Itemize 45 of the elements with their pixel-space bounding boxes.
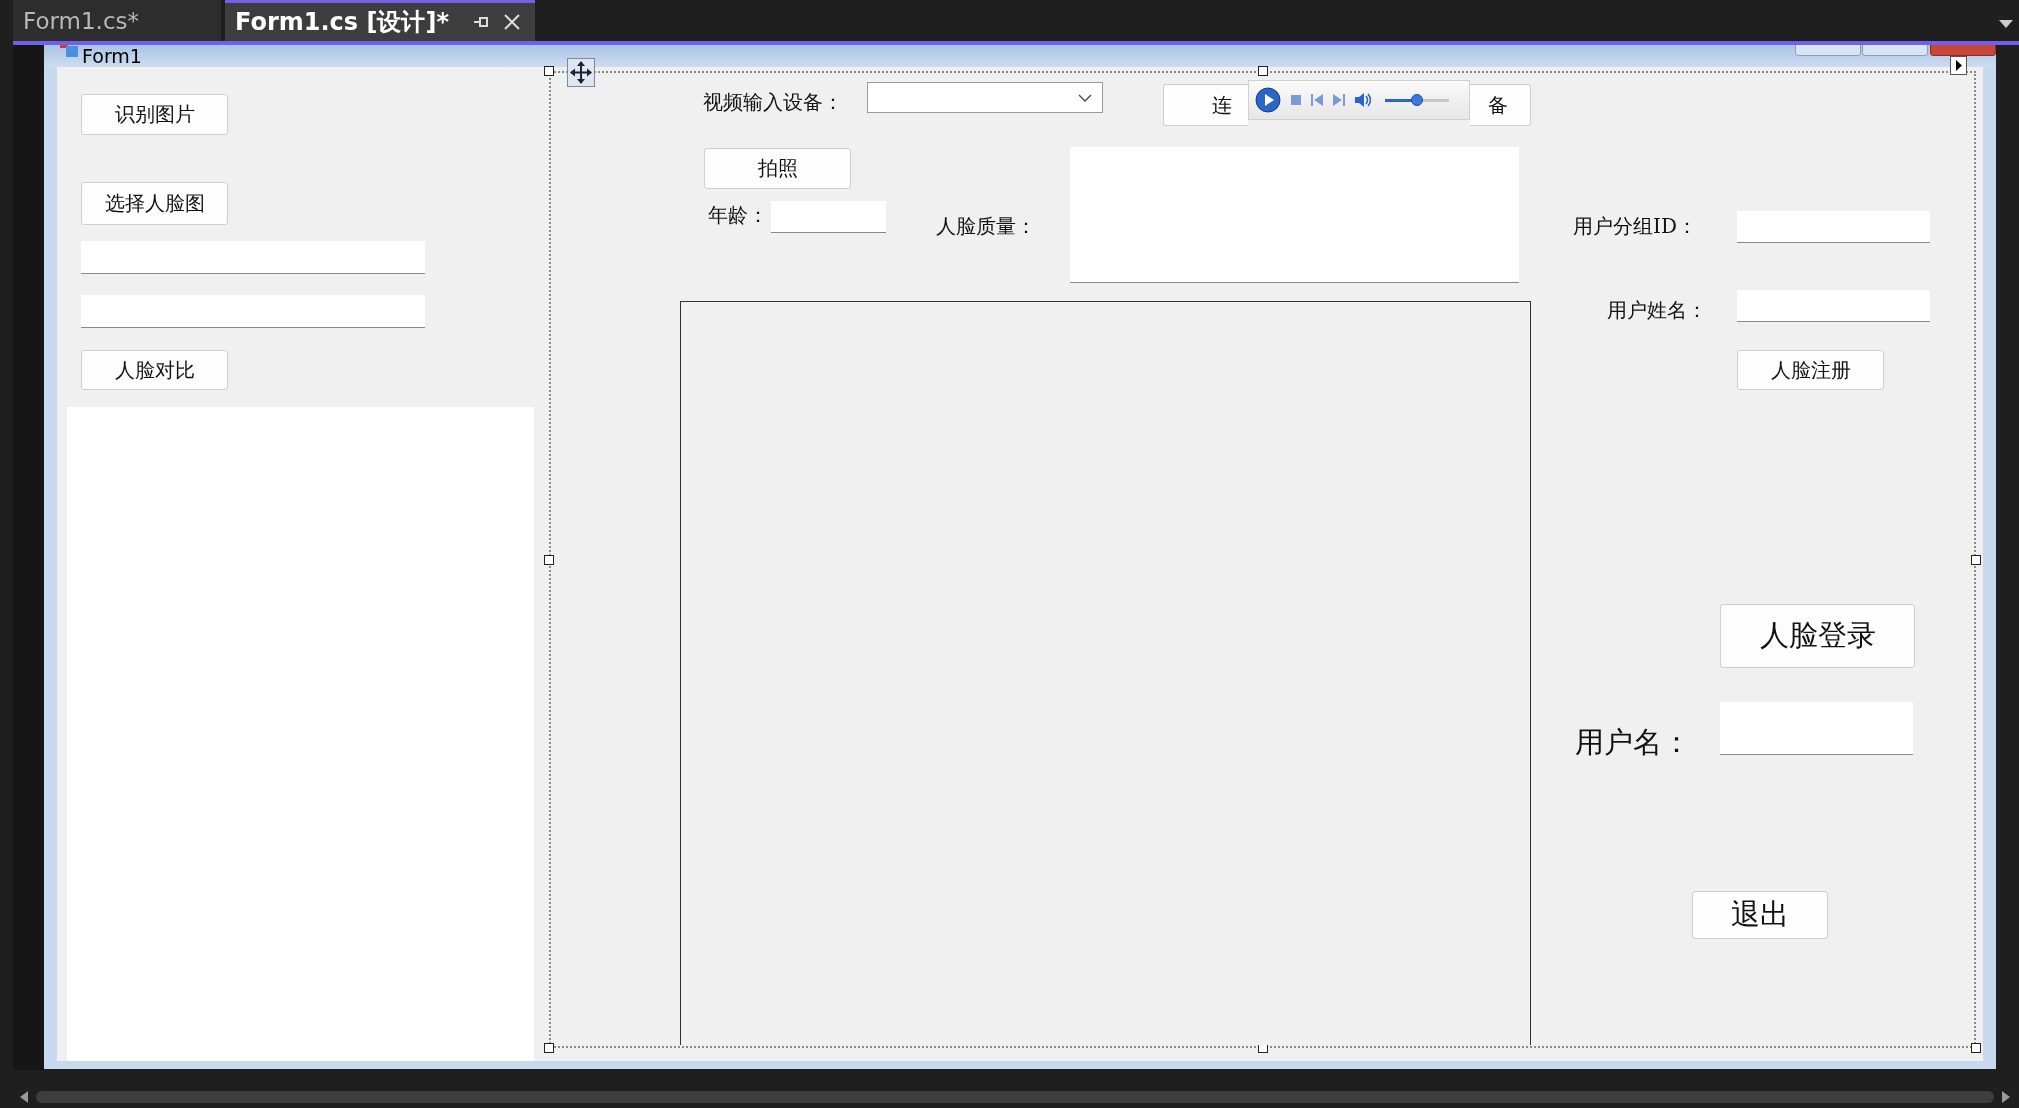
speaker-icon[interactable] xyxy=(1355,93,1371,107)
face-register-button[interactable]: 人脸注册 xyxy=(1737,350,1884,390)
group-id-field[interactable] xyxy=(1737,211,1930,243)
play-icon[interactable] xyxy=(1255,87,1281,113)
scroll-left-icon[interactable] xyxy=(20,1090,28,1103)
chevron-icon xyxy=(1078,93,1092,102)
resize-handle[interactable] xyxy=(1257,66,1268,76)
face-login-button[interactable]: 人脸登录 xyxy=(1720,604,1915,668)
age-label: 年龄： xyxy=(708,202,768,229)
username-label: 用户名： xyxy=(1575,724,1691,761)
face-compare-button[interactable]: 人脸对比 xyxy=(81,350,228,390)
scroll-right-icon[interactable] xyxy=(2002,1090,2010,1103)
window-title: Form1 xyxy=(82,45,142,67)
dropdown-icon[interactable] xyxy=(1999,19,2013,28)
select-face-button[interactable]: 选择人脸图 xyxy=(81,182,228,225)
next-icon[interactable] xyxy=(1333,94,1345,106)
form-icon xyxy=(60,45,78,57)
video-device-label: 视频输入设备： xyxy=(703,89,843,116)
resize-handle[interactable] xyxy=(544,554,554,565)
connect-button[interactable]: 连 xyxy=(1163,84,1248,126)
group-id-label: 用户分组ID： xyxy=(1573,213,1697,240)
input-field[interactable] xyxy=(81,295,425,328)
resize-handle[interactable] xyxy=(1971,1043,1981,1053)
device-dropdown[interactable] xyxy=(867,82,1103,113)
smart-tag-icon[interactable] xyxy=(1950,56,1967,75)
user-name-label: 用户姓名： xyxy=(1607,297,1707,324)
resize-handle[interactable] xyxy=(544,66,554,76)
previous-icon[interactable] xyxy=(1311,94,1323,106)
recognize-image-button[interactable]: 识别图片 xyxy=(81,94,228,135)
input-field[interactable] xyxy=(81,241,425,274)
username-field[interactable] xyxy=(1720,702,1913,755)
resize-handle[interactable] xyxy=(544,1043,554,1053)
document-tab[interactable]: Form1.cs [设计]* xyxy=(225,0,535,41)
resize-handle[interactable] xyxy=(1971,554,1981,565)
document-tab[interactable]: Form1.cs* xyxy=(13,0,221,41)
device-button[interactable]: 备 xyxy=(1470,84,1531,126)
age-field[interactable] xyxy=(771,201,886,233)
face-quality-label: 人脸质量： xyxy=(936,213,1036,240)
close-icon[interactable] xyxy=(502,13,521,31)
pin-icon[interactable] xyxy=(472,15,489,29)
face-quality-field[interactable] xyxy=(1070,147,1519,283)
user-name-field[interactable] xyxy=(1737,290,1930,322)
exit-button[interactable]: 退出 xyxy=(1692,891,1828,939)
move-handle-icon[interactable] xyxy=(567,58,595,87)
photo-button[interactable]: 拍照 xyxy=(704,148,851,189)
